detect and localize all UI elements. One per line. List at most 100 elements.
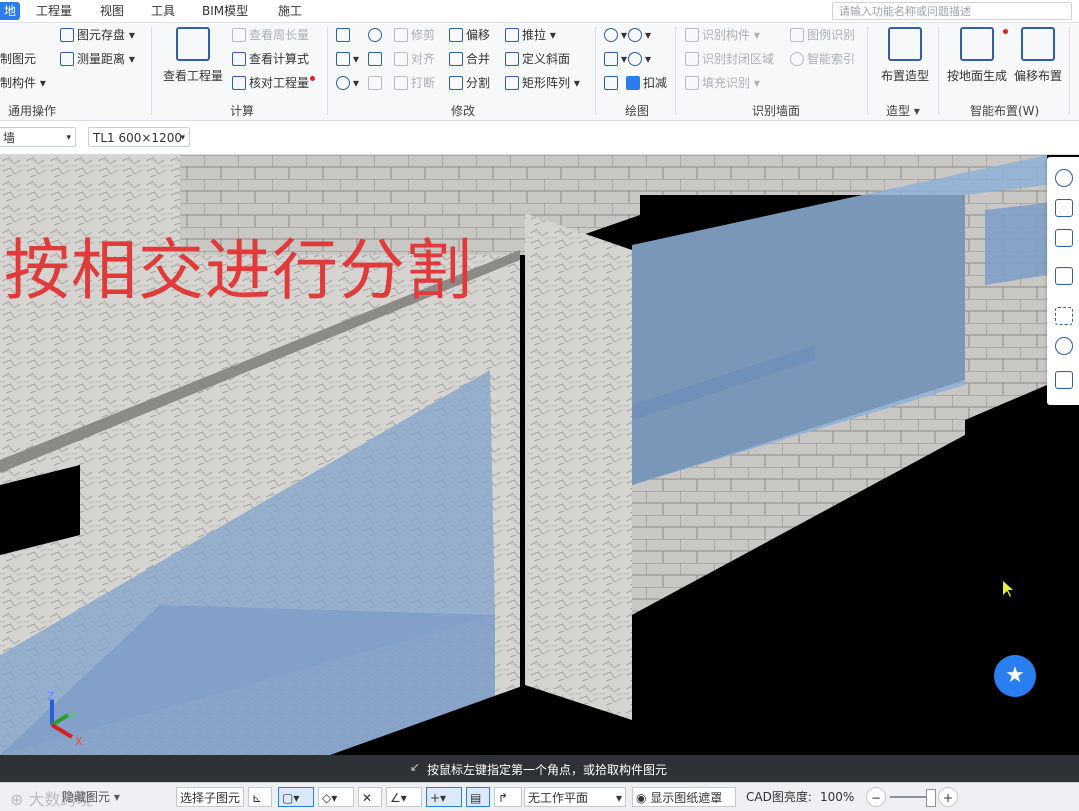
split-button[interactable]: 分割 xyxy=(449,73,490,93)
box-select-icon[interactable]: ▢▾ xyxy=(278,787,314,807)
extend-button[interactable] xyxy=(368,73,385,93)
copy-element-button[interactable]: 制图元 xyxy=(0,49,36,69)
fit-view-icon[interactable] xyxy=(1055,337,1073,355)
orbit-icon[interactable] xyxy=(1055,169,1073,187)
rotate-button[interactable] xyxy=(368,25,385,45)
view-formula-button[interactable]: 查看计算式 xyxy=(232,49,309,69)
merge-label: 合并 xyxy=(466,52,491,66)
hide-element-button[interactable]: 隐藏图元 ▾ xyxy=(62,787,120,807)
select-sub-element-button[interactable]: 选择子图元 xyxy=(176,787,245,807)
offset-button[interactable]: 偏移 xyxy=(449,25,490,45)
view-quantity-button[interactable]: 查看工程量 xyxy=(158,27,228,84)
angle-icon[interactable]: ∠▾ xyxy=(386,787,422,807)
copy-button[interactable]: ▾ xyxy=(336,49,359,69)
delete-button[interactable] xyxy=(336,25,353,45)
move-icon xyxy=(336,76,350,90)
view-cube-icon[interactable]: ◇▾ xyxy=(318,787,354,807)
fill-identify-button[interactable]: 填充识别 ▾ xyxy=(685,73,760,93)
place-shape-label: 布置造型 xyxy=(880,69,929,83)
push-pull-label: 推拉 xyxy=(522,28,547,42)
group-title-smart: 智能布置(W) xyxy=(970,104,1040,118)
zoom-in-icon[interactable]: + xyxy=(938,787,958,807)
2d-view-icon[interactable] xyxy=(1055,199,1073,217)
tab-wall[interactable]: 地 xyxy=(0,2,21,20)
arc-button[interactable]: ▾ xyxy=(628,49,651,69)
identify-closed-area-button[interactable]: 识别封闭区域 xyxy=(685,49,774,69)
watermark-logo-icon: ⊕ xyxy=(10,790,29,809)
check-quantity-button[interactable]: 核对工程量 xyxy=(232,73,316,93)
divider xyxy=(595,27,596,115)
cross-icon[interactable]: ✕ xyxy=(358,787,382,807)
menu-bar: 地 工程量 视图 工具 BIM模型 施工 请输入功能名称或问题描述 xyxy=(0,0,1079,23)
legend-identify-label: 图例识别 xyxy=(807,28,856,42)
tab-bim-model[interactable]: BIM模型 xyxy=(202,2,248,20)
notification-dot xyxy=(1003,29,1008,34)
brightness-slider-handle[interactable] xyxy=(926,789,936,807)
mirror-button[interactable] xyxy=(368,49,385,69)
trim-button[interactable]: 修剪 xyxy=(394,25,435,45)
group-title-calc: 计算 xyxy=(230,104,255,118)
merge-button[interactable]: 合并 xyxy=(449,49,490,69)
place-shape-button[interactable]: 布置造型 xyxy=(874,27,936,84)
group-title-general: 通用操作 xyxy=(8,104,57,118)
tab-construction[interactable]: 施工 xyxy=(278,2,302,20)
line-icon xyxy=(604,52,618,66)
favorite-star-button[interactable]: ★ xyxy=(994,655,1036,697)
cube-view-icon[interactable] xyxy=(1055,229,1073,247)
chevron-down-icon: ▾ xyxy=(615,791,622,805)
offset-label: 偏移 xyxy=(466,28,491,42)
bottom-toolbar: ⊕ 大数跨境 隐藏图元 ▾ 选择子图元 ⊾ ▢▾ ◇▾ ✕ ∠▾ +▾ ▤ ↱ … xyxy=(0,782,1079,811)
divider xyxy=(938,27,939,115)
generate-by-floor-button[interactable]: 按地面生成 xyxy=(942,27,1012,84)
offset-layout-button[interactable]: 偏移布置 xyxy=(1010,27,1066,84)
view-perimeter-label: 查看周长量 xyxy=(249,28,310,42)
zoom-extents-icon[interactable] xyxy=(1055,307,1073,325)
layer-select[interactable]: 墙 ▾ xyxy=(0,127,76,147)
view-perimeter-button[interactable]: 查看周长量 xyxy=(232,25,309,45)
point-icon xyxy=(604,28,618,42)
component-select-value: TL1 600×1200 xyxy=(93,131,182,145)
legend-identify-button[interactable]: 图例识别 xyxy=(790,25,855,45)
rectangle-button[interactable] xyxy=(604,73,621,93)
check-quantity-label: 核对工程量 xyxy=(249,76,310,90)
curve-icon[interactable]: ↱ xyxy=(494,787,522,807)
line-button[interactable]: ▾ xyxy=(604,49,627,69)
split-icon xyxy=(449,76,463,90)
search-input[interactable]: 请输入功能名称或问题描述 xyxy=(832,2,1072,20)
move-button[interactable]: ▾ xyxy=(336,73,359,93)
rectangle-icon xyxy=(604,76,618,90)
define-slope-button[interactable]: 定义斜面 xyxy=(505,49,570,69)
snap-icon[interactable]: +▾ xyxy=(426,787,462,807)
measure-distance-button[interactable]: 测量距离 ▾ xyxy=(60,49,135,69)
smart-index-button[interactable]: 智能索引 xyxy=(790,49,855,69)
point-button[interactable]: ▾ xyxy=(604,25,627,45)
area-icon xyxy=(685,52,699,66)
push-pull-button[interactable]: 推拉 ▾ xyxy=(505,25,556,45)
copy-component-button[interactable]: 制构件 ▾ xyxy=(0,73,46,93)
break-icon xyxy=(394,76,408,90)
work-plane-select[interactable]: 无工作平面 ▾ xyxy=(524,787,626,807)
rect-array-button[interactable]: 矩形阵列 ▾ xyxy=(505,73,580,93)
zoom-out-icon[interactable]: − xyxy=(866,787,886,807)
rotate-icon xyxy=(368,28,382,42)
circle-button[interactable]: ▾ xyxy=(628,25,651,45)
property-bar: 墙 ▾ TL1 600×1200 ▾ xyxy=(0,121,1079,155)
group-title-shape: 造型 ▾ xyxy=(886,104,920,118)
identify-component-button[interactable]: 识别构件 ▾ xyxy=(685,25,760,45)
ortho-icon[interactable]: ⊾ xyxy=(248,787,272,807)
cursor-icon xyxy=(1003,581,1013,597)
layer-display-icon[interactable]: ▤ xyxy=(466,787,490,807)
floor-layers-icon xyxy=(960,27,994,61)
show-drawing-mask-button[interactable]: ◉ 显示图纸遮罩 xyxy=(632,787,736,807)
tab-view[interactable]: 视图 xyxy=(100,2,124,20)
break-button[interactable]: 打断 xyxy=(394,73,435,93)
tab-tools[interactable]: 工具 xyxy=(151,2,175,20)
list-settings-icon[interactable] xyxy=(1055,371,1073,389)
cube-display-icon[interactable] xyxy=(1055,267,1073,285)
save-element-button[interactable]: 图元存盘 ▾ xyxy=(60,25,135,45)
align-button[interactable]: 对齐 xyxy=(394,49,435,69)
tab-quantity[interactable]: 工程量 xyxy=(36,2,72,20)
component-select[interactable]: TL1 600×1200 ▾ xyxy=(88,127,190,147)
3d-viewport[interactable]: Z Y X 按相交进行分割 ★ xyxy=(0,155,1079,755)
deduct-checkbox[interactable]: 扣减 xyxy=(626,73,667,93)
